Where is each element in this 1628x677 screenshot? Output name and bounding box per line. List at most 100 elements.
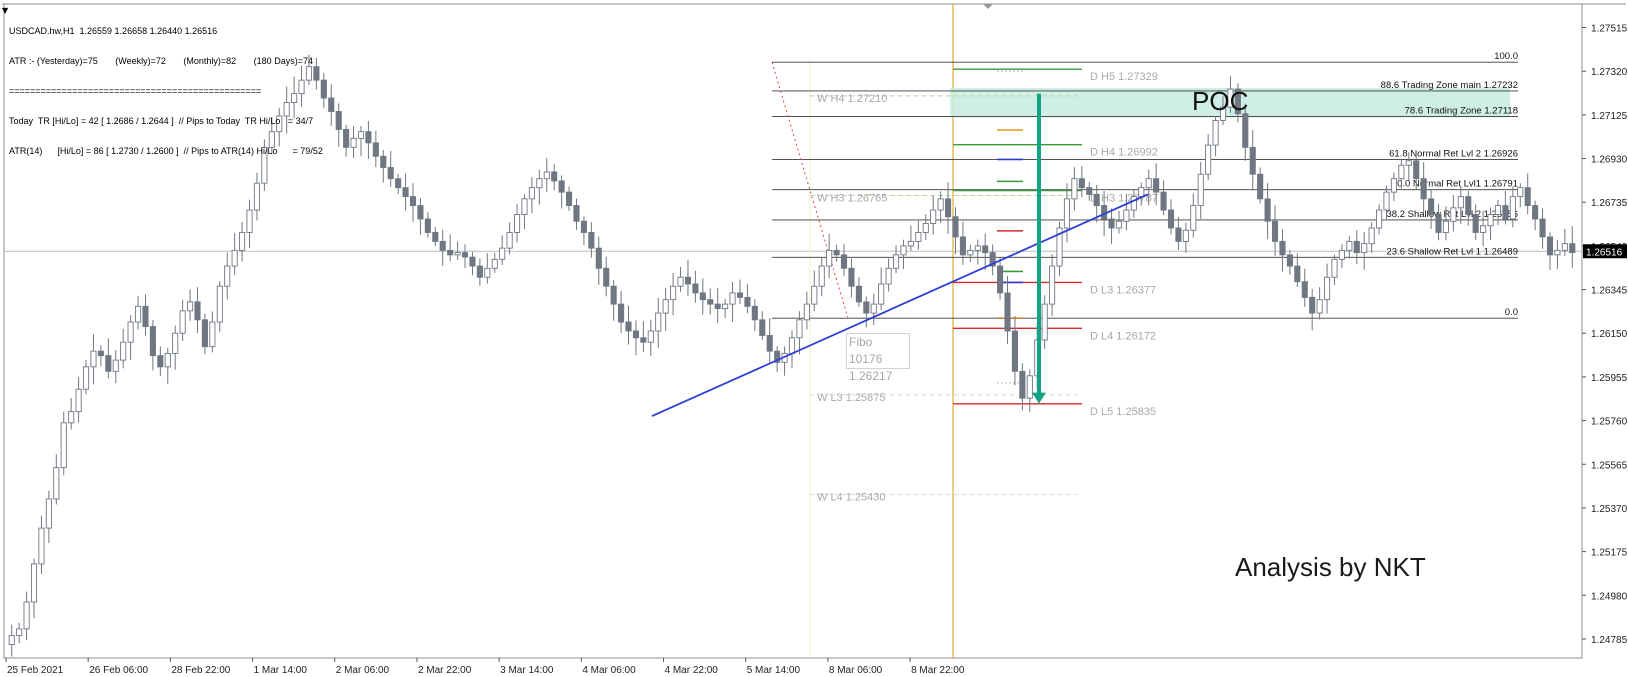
candle-body — [974, 245, 981, 251]
candle-body — [439, 240, 446, 251]
candle — [120, 328, 127, 369]
candle-body — [595, 247, 602, 269]
candle-body — [840, 254, 848, 269]
candle — [1309, 288, 1316, 331]
candle — [380, 150, 387, 183]
candle — [469, 251, 476, 276]
candle-body — [1450, 207, 1457, 222]
candle-body — [759, 319, 766, 336]
candle-body — [536, 178, 543, 189]
candle-body — [1242, 113, 1249, 148]
candle-body — [959, 236, 966, 256]
candle — [172, 325, 179, 370]
candle — [1346, 236, 1353, 259]
candle-body — [588, 232, 595, 249]
candle-body — [1405, 160, 1412, 166]
candle — [1331, 254, 1338, 286]
candle — [566, 186, 573, 211]
candle — [744, 283, 751, 314]
candle — [937, 191, 944, 223]
candle-body — [1175, 227, 1182, 242]
candle — [900, 239, 907, 270]
candle-body — [513, 214, 521, 233]
candle-body — [1546, 236, 1554, 256]
candle — [1041, 295, 1048, 349]
candle — [759, 311, 766, 341]
candle — [915, 220, 922, 250]
candle-body — [82, 366, 90, 390]
candle — [892, 245, 900, 274]
candle — [945, 182, 952, 234]
candle — [491, 252, 498, 273]
separator-line: ========================================… — [9, 86, 262, 96]
candle-body — [187, 301, 194, 312]
x-tick-label: 1 Mar 14:00 — [254, 665, 308, 676]
candle — [833, 244, 840, 262]
candle-body — [1049, 265, 1056, 305]
analysis-watermark: Analysis by NKT — [1235, 552, 1426, 582]
candle-body — [625, 321, 632, 332]
candle — [253, 172, 260, 221]
daily-pivot-label: D H4 1.26992 — [1090, 147, 1158, 159]
candle — [499, 235, 506, 265]
candle-body — [484, 267, 491, 278]
y-tick-label: 1.25565 — [1591, 460, 1628, 471]
candle — [105, 338, 112, 379]
candle-body — [1197, 173, 1204, 207]
candle — [447, 234, 454, 262]
candle-body — [1026, 375, 1033, 399]
candle — [179, 300, 186, 341]
candle — [16, 622, 23, 644]
candle — [142, 294, 149, 336]
candle-body — [142, 305, 149, 327]
candle-body — [870, 303, 877, 314]
candle — [216, 281, 223, 333]
x-tick-label: 25 Feb 2021 — [7, 665, 64, 676]
candle-body — [224, 265, 231, 287]
candle — [632, 320, 639, 356]
candle — [350, 126, 357, 158]
candle — [1465, 190, 1472, 226]
candle-body — [1517, 187, 1524, 198]
candle-body — [38, 527, 45, 565]
symbol-menu-arrow-icon[interactable]: ▼ — [2, 6, 8, 15]
x-tick-label: 8 Mar 06:00 — [829, 665, 883, 676]
candle — [53, 454, 60, 505]
candle-body — [1390, 178, 1397, 193]
candle-body — [1435, 214, 1442, 233]
candle-body — [432, 232, 439, 242]
candle-body — [1182, 229, 1189, 242]
candle — [90, 334, 97, 385]
candle-body — [885, 267, 892, 285]
candle-body — [818, 265, 825, 287]
candle-body — [766, 335, 773, 352]
candle — [618, 290, 625, 334]
candle — [788, 330, 796, 368]
symbol-ohlc-line: USDCAD.hw,H1 1.26559 1.26658 1.26440 1.2… — [9, 26, 218, 36]
candle — [1450, 195, 1457, 232]
candle — [952, 207, 959, 255]
weekly-pivot-label: W L3 1.25875 — [817, 392, 886, 404]
candle-body — [878, 283, 885, 305]
candle — [714, 287, 721, 323]
candle — [157, 346, 164, 377]
candle-body — [328, 97, 335, 112]
candle — [484, 253, 491, 284]
fib-level-label: 23.6 Shallow Ret Lvl 1 1.26489 — [1386, 246, 1518, 257]
candle — [1182, 222, 1189, 253]
candle-body — [573, 205, 580, 222]
candle — [1056, 221, 1063, 276]
candle-body — [1569, 243, 1576, 254]
x-tick-label: 28 Feb 22:00 — [171, 665, 230, 676]
y-tick-label: 1.26345 — [1591, 286, 1628, 297]
candle — [997, 257, 1004, 300]
candle — [1004, 276, 1011, 344]
candle — [395, 173, 402, 195]
candle-body — [1509, 196, 1516, 220]
weekly-pivot-label: W H4 1.27210 — [817, 93, 887, 105]
candle — [23, 591, 30, 641]
candle — [1049, 254, 1056, 317]
candle-body — [447, 249, 454, 256]
candle-body — [1063, 198, 1071, 229]
candle — [402, 173, 409, 211]
